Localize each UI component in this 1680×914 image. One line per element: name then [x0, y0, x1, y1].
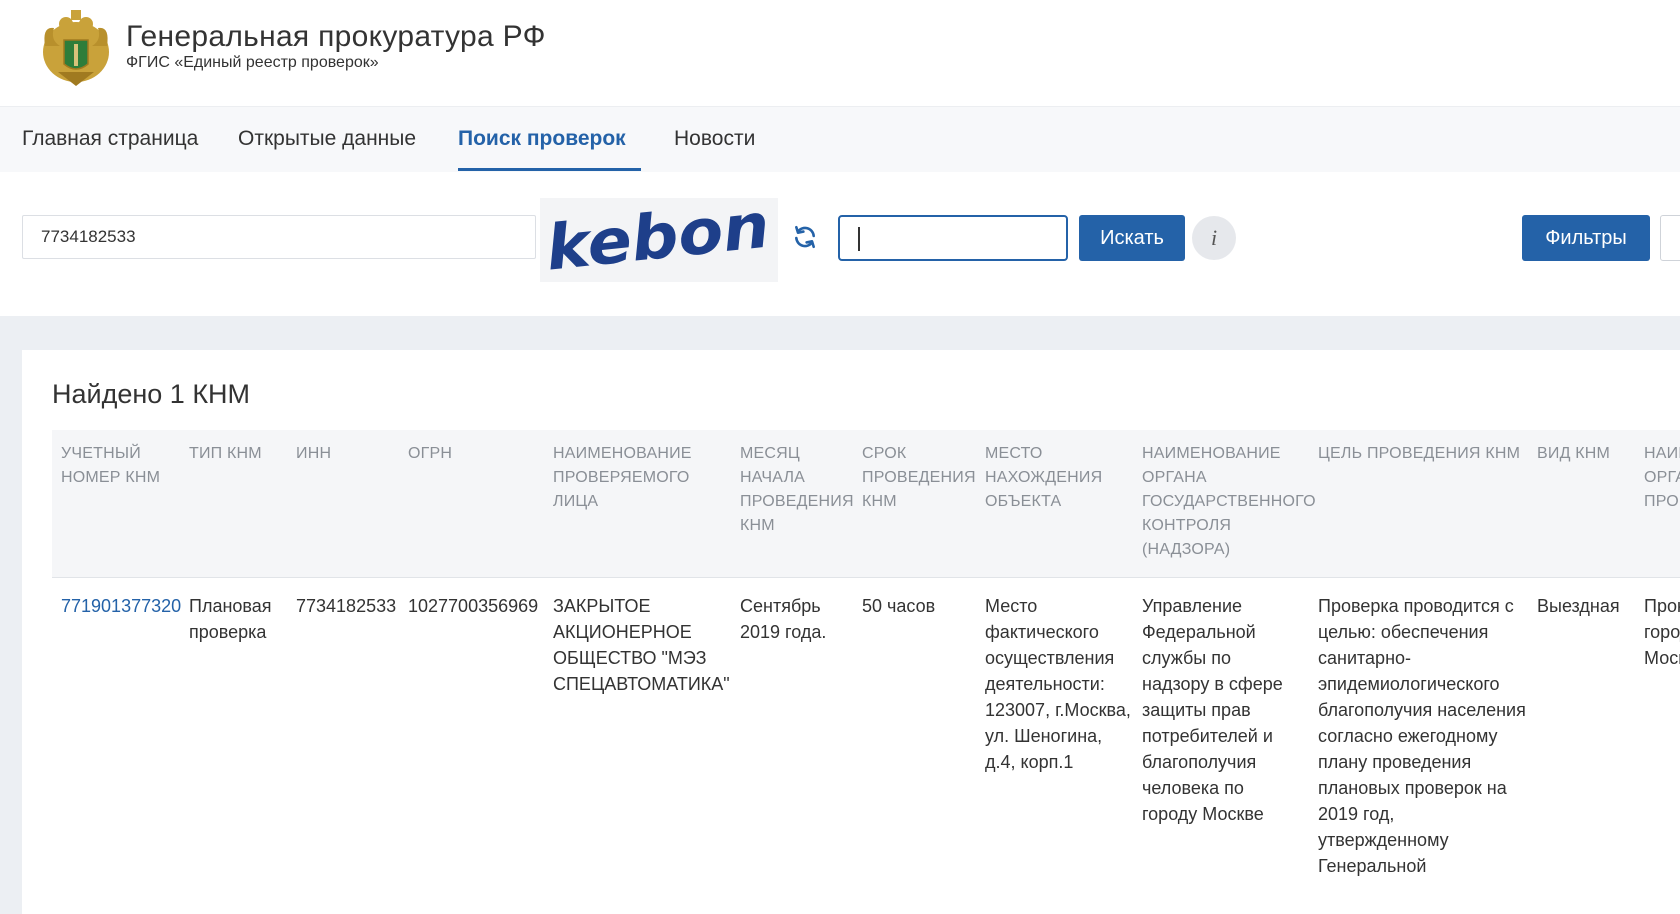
search-input[interactable]: 7734182533 [22, 215, 536, 259]
search-bar: 7734182533 kebon Искать i Фильтры [0, 172, 1680, 316]
cell-duration: 50 часов [862, 596, 936, 616]
page-title: Генеральная прокуратура РФ [126, 20, 546, 53]
col-header-purpose[interactable]: Цель проведения КНМ [1318, 442, 1523, 466]
captcha-input[interactable] [838, 215, 1068, 261]
main-nav: Главная страница Открытые данные Поиск п… [0, 106, 1680, 172]
col-header-name[interactable]: Наименование проверяемого лица [553, 442, 723, 514]
col-header-month[interactable]: Месяц начала проведения КНМ [740, 442, 854, 538]
cell-purpose: Проверка проводится с целью: обеспечения… [1318, 596, 1526, 876]
secondary-button[interactable] [1660, 215, 1680, 261]
cell-inn: 7734182533 [296, 596, 397, 616]
captcha-image: kebon [540, 198, 778, 282]
col-header-authority[interactable]: Наименование органа государственного кон… [1142, 442, 1316, 562]
site-header: Генеральная прокуратура РФ ФГИС «Единый … [0, 0, 1680, 106]
cell-prosecutor: Прокуратура города Москвы [1644, 593, 1680, 671]
col-header-kind[interactable]: Вид КНМ [1537, 442, 1637, 466]
refresh-icon[interactable] [792, 224, 818, 250]
cell-ogrn: 1027700356969 [408, 596, 539, 616]
col-header-ogrn[interactable]: ОГРН [408, 442, 538, 466]
cell-authority: Управление Федеральной службы по надзору… [1142, 596, 1283, 824]
page-subtitle: ФГИС «Единый реестр проверок» [126, 54, 379, 71]
cell-location: Место фактического осуществления деятель… [985, 596, 1131, 772]
col-header-duration[interactable]: Срок проведения КНМ [862, 442, 976, 514]
col-header-number[interactable]: Учетный номер КНМ [61, 442, 181, 490]
nav-item-news[interactable]: Новости [674, 127, 755, 151]
cell-prosecutor-text: Прокуратура города Москвы [1644, 596, 1680, 668]
cell-kind: Выездная [1537, 596, 1620, 616]
col-header-prosecutor[interactable]: Наименование органа прокуратуры [1644, 442, 1680, 514]
text-caret [858, 227, 860, 251]
cell-month: Сентябрь 2019 года. [740, 596, 827, 642]
filters-button[interactable]: Фильтры [1522, 215, 1650, 261]
cell-number-link[interactable]: 771901377320 [61, 593, 186, 619]
cell-name: ЗАКРЫТОЕ АКЦИОНЕРНОЕ ОБЩЕСТВО "МЭЗ СПЕЦА… [553, 596, 730, 694]
results-count: Найдено 1 КНМ [52, 379, 251, 409]
active-tab-indicator [458, 168, 641, 171]
nav-item-open-data[interactable]: Открытые данные [238, 127, 416, 151]
col-header-location[interactable]: Место нахождения объекта [985, 442, 1110, 514]
nav-item-home[interactable]: Главная страница [22, 127, 198, 151]
col-header-type[interactable]: Тип КНМ [189, 442, 289, 466]
nav-item-search[interactable]: Поиск проверок [458, 127, 626, 151]
search-button[interactable]: Искать [1079, 215, 1185, 261]
info-button[interactable]: i [1192, 216, 1236, 260]
cell-type: Плановая проверка [189, 596, 272, 642]
col-header-inn[interactable]: ИНН [296, 442, 396, 466]
eagle-emblem-icon [43, 10, 109, 86]
